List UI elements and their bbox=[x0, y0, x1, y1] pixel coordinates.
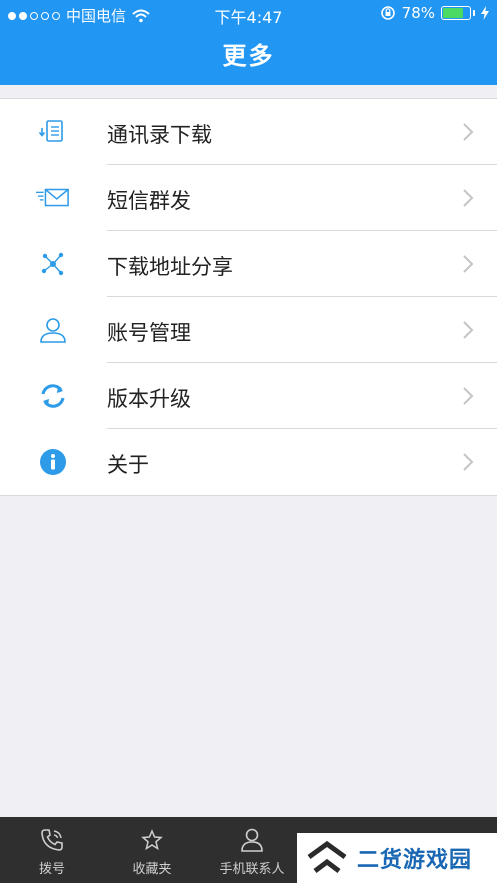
page-title: 更多 bbox=[222, 42, 275, 70]
watermark-text: 二货游戏园 bbox=[357, 848, 473, 873]
menu-item-version-upgrade[interactable]: 版本升级 bbox=[0, 363, 497, 429]
status-bar: 中国电信 下午4:47 78% bbox=[0, 0, 497, 28]
more-menu-list: 通讯录下载 短信群发 下载地址分享 账号管理 版本升级 关于 bbox=[0, 98, 497, 496]
chevron-right-icon bbox=[463, 189, 474, 207]
status-right: 78% bbox=[380, 4, 489, 22]
menu-item-label: 下载地址分享 bbox=[107, 255, 233, 279]
chevron-right-icon bbox=[463, 321, 474, 339]
menu-item-account-management[interactable]: 账号管理 bbox=[0, 297, 497, 363]
info-icon bbox=[36, 447, 70, 477]
menu-item-label: 通讯录下载 bbox=[107, 123, 212, 147]
tab-phone-contacts[interactable]: 手机联系人 bbox=[202, 817, 302, 883]
chevron-right-icon bbox=[463, 453, 474, 471]
tab-label: 收藏夹 bbox=[132, 862, 172, 877]
menu-item-label: 短信群发 bbox=[107, 189, 191, 213]
top-bar: 中国电信 下午4:47 78% 更多 bbox=[0, 0, 497, 85]
battery-icon bbox=[441, 6, 475, 20]
phone-icon bbox=[39, 827, 65, 853]
chevron-right-icon bbox=[463, 387, 474, 405]
contacts-download-icon bbox=[36, 117, 70, 147]
menu-item-label: 账号管理 bbox=[107, 321, 191, 345]
person-icon bbox=[240, 827, 264, 853]
menu-item-label: 版本升级 bbox=[107, 387, 191, 411]
chevron-right-icon bbox=[463, 123, 474, 141]
account-icon bbox=[36, 315, 70, 345]
sms-broadcast-icon bbox=[36, 183, 70, 213]
battery-percent: 78% bbox=[401, 4, 435, 22]
tab-label: 拨号 bbox=[38, 862, 65, 877]
tab-dial[interactable]: 拨号 bbox=[2, 817, 102, 883]
chevron-right-icon bbox=[463, 255, 474, 273]
menu-item-label: 关于 bbox=[107, 453, 149, 477]
charging-icon bbox=[481, 6, 489, 20]
watermark: 二货游戏园 bbox=[297, 833, 497, 883]
menu-item-contacts-download[interactable]: 通讯录下载 bbox=[0, 99, 497, 165]
star-icon bbox=[141, 827, 163, 853]
menu-item-sms-broadcast[interactable]: 短信群发 bbox=[0, 165, 497, 231]
menu-item-share-download-link[interactable]: 下载地址分享 bbox=[0, 231, 497, 297]
tab-label: 手机联系人 bbox=[219, 862, 285, 877]
refresh-icon bbox=[36, 381, 70, 411]
share-icon bbox=[36, 249, 70, 279]
rotation-lock-icon bbox=[380, 6, 395, 20]
tab-favorites[interactable]: 收藏夹 bbox=[102, 817, 202, 883]
menu-item-about[interactable]: 关于 bbox=[0, 429, 497, 495]
double-chevron-up-icon bbox=[307, 841, 347, 873]
